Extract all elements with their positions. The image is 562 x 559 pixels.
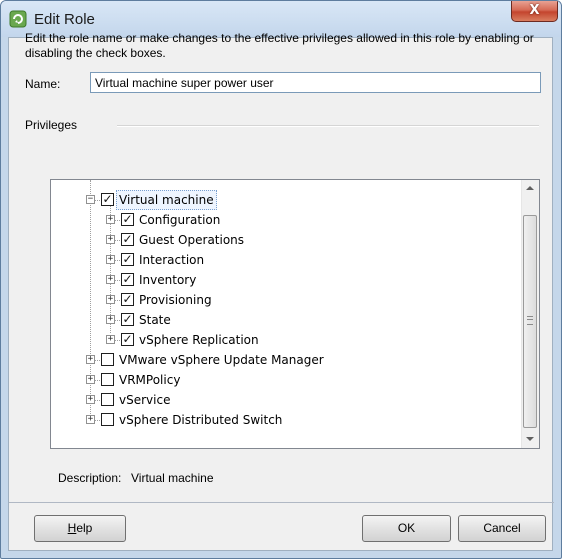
tree-guide bbox=[115, 300, 120, 301]
expand-icon[interactable]: + bbox=[86, 375, 95, 384]
description-value: Virtual machine bbox=[131, 471, 214, 485]
scroll-grip-icon bbox=[527, 316, 533, 325]
expand-icon[interactable]: + bbox=[86, 395, 95, 404]
expand-icon[interactable]: + bbox=[86, 415, 95, 424]
description-label: Description: bbox=[58, 471, 122, 485]
tree-guide bbox=[95, 400, 100, 401]
tree-guide bbox=[115, 220, 120, 221]
expand-icon[interactable]: + bbox=[106, 235, 115, 244]
vsphere-app-icon bbox=[9, 10, 27, 28]
expand-icon[interactable]: + bbox=[106, 295, 115, 304]
tree-item[interactable]: + VRMPolicy bbox=[51, 370, 521, 390]
tree-item-label: Configuration bbox=[139, 213, 221, 227]
tree-item[interactable]: + vService bbox=[51, 390, 521, 410]
tree-guide bbox=[115, 320, 120, 321]
ok-button[interactable]: OK bbox=[362, 515, 451, 542]
privilege-checkbox[interactable] bbox=[101, 373, 114, 386]
privilege-checkbox[interactable]: ✓ bbox=[121, 293, 134, 306]
name-label: Name: bbox=[25, 77, 61, 91]
cancel-button[interactable]: Cancel bbox=[458, 515, 546, 542]
expand-icon[interactable]: + bbox=[106, 255, 115, 264]
scroll-down-icon[interactable] bbox=[526, 437, 534, 441]
tree-item-label: Provisioning bbox=[139, 293, 212, 307]
help-label: elp bbox=[76, 521, 93, 535]
tree-item-label: Interaction bbox=[139, 253, 205, 267]
expand-icon[interactable]: + bbox=[106, 335, 115, 344]
intro-text: Edit the role name or make changes to th… bbox=[25, 31, 534, 60]
tree-guide bbox=[115, 280, 120, 281]
tree-guide bbox=[95, 200, 100, 201]
tree-item-label: State bbox=[139, 313, 171, 327]
tree-item[interactable]: + ✓ Guest Operations bbox=[51, 230, 521, 250]
tree-item[interactable]: + ✓ Inventory bbox=[51, 270, 521, 290]
privileges-label: Privileges bbox=[25, 118, 84, 132]
button-divider bbox=[9, 502, 554, 503]
tree-item-label: Inventory bbox=[139, 273, 197, 287]
tree-guide bbox=[95, 380, 100, 381]
tree-item[interactable]: + vSphere Distributed Switch bbox=[51, 410, 521, 430]
scroll-thumb[interactable] bbox=[523, 215, 537, 428]
tree-item[interactable]: − ✓ Virtual machine bbox=[51, 190, 521, 210]
tree-guide bbox=[115, 340, 120, 341]
tree-item-label: Guest Operations bbox=[139, 233, 245, 247]
close-icon: X bbox=[529, 3, 540, 18]
privilege-checkbox[interactable]: ✓ bbox=[121, 273, 134, 286]
tree-item-label: VMware vSphere Update Manager bbox=[119, 353, 324, 367]
tree-guide bbox=[95, 420, 100, 421]
privilege-checkbox[interactable]: ✓ bbox=[121, 213, 134, 226]
tree-item[interactable]: + ✓ Interaction bbox=[51, 250, 521, 270]
tree-item[interactable]: + VMware vSphere Update Manager bbox=[51, 350, 521, 370]
privileges-divider bbox=[117, 125, 539, 127]
expand-icon[interactable]: + bbox=[106, 275, 115, 284]
close-button[interactable]: X bbox=[511, 1, 558, 22]
tree-guide bbox=[115, 260, 120, 261]
privilege-checkbox[interactable]: ✓ bbox=[121, 253, 134, 266]
tree-item-label: vSphere Replication bbox=[139, 333, 259, 347]
tree-item[interactable]: + ✓ State bbox=[51, 310, 521, 330]
expand-icon[interactable]: + bbox=[106, 215, 115, 224]
collapse-icon[interactable]: − bbox=[86, 195, 95, 204]
privilege-checkbox[interactable]: ✓ bbox=[121, 333, 134, 346]
expand-icon[interactable]: + bbox=[106, 315, 115, 324]
tree-item[interactable]: + ✓ vSphere Replication bbox=[51, 330, 521, 350]
vertical-scrollbar[interactable] bbox=[521, 180, 539, 448]
privilege-checkbox[interactable] bbox=[101, 413, 114, 426]
tree-item-label: Virtual machine bbox=[116, 190, 217, 210]
privilege-checkbox[interactable]: ✓ bbox=[101, 193, 114, 206]
edit-role-dialog: Edit Role X Edit the role name or make c… bbox=[0, 0, 562, 559]
privilege-checkbox[interactable]: ✓ bbox=[121, 313, 134, 326]
tree-item[interactable]: + ✓ Provisioning bbox=[51, 290, 521, 310]
window-title: Edit Role bbox=[34, 11, 95, 28]
tree-item-label: vSphere Distributed Switch bbox=[119, 413, 283, 427]
tree-item[interactable]: + ✓ Configuration bbox=[51, 210, 521, 230]
tree-guide bbox=[95, 360, 100, 361]
name-input[interactable] bbox=[90, 72, 541, 93]
privilege-checkbox[interactable] bbox=[101, 353, 114, 366]
tree-item-label: vService bbox=[119, 393, 171, 407]
privilege-checkbox[interactable]: ✓ bbox=[121, 233, 134, 246]
expand-icon[interactable]: + bbox=[86, 355, 95, 364]
tree-guide bbox=[115, 240, 120, 241]
privileges-tree[interactable]: − ✓ Virtual machine + ✓ Configuration + ✓ Guest … bbox=[50, 179, 540, 449]
tree-item-label: VRMPolicy bbox=[119, 373, 181, 387]
help-button[interactable]: Help bbox=[34, 515, 126, 542]
scroll-up-icon[interactable] bbox=[526, 186, 534, 190]
privilege-checkbox[interactable] bbox=[101, 393, 114, 406]
